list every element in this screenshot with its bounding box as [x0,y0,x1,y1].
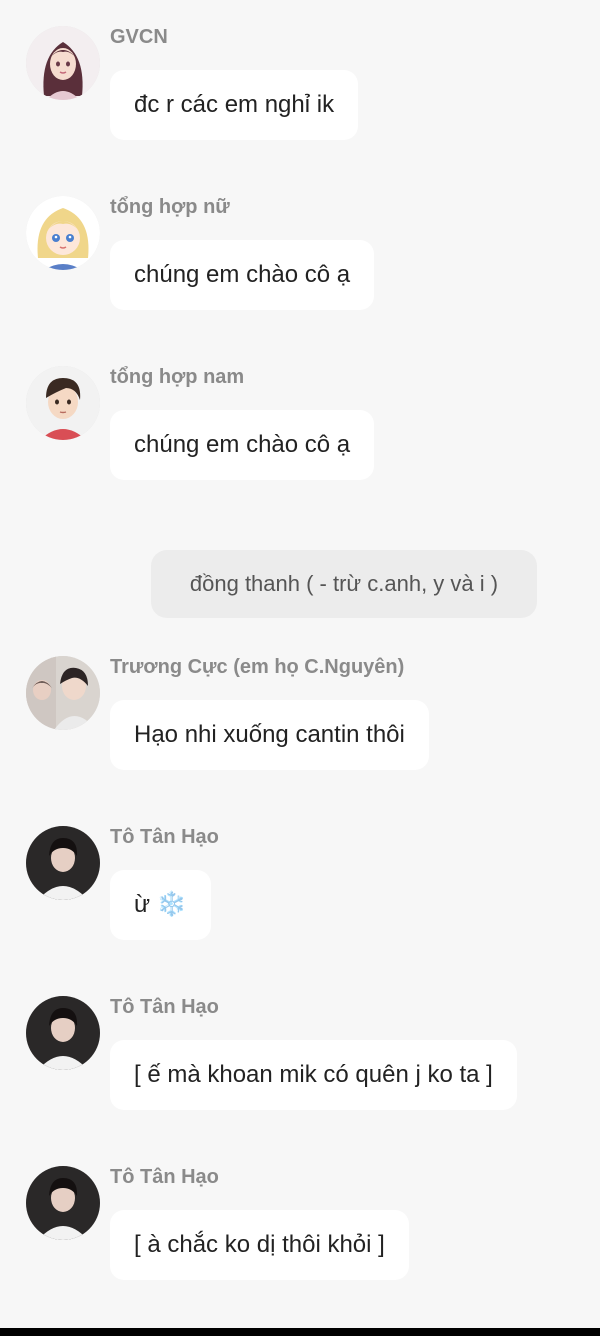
sender-name: Trương Cực (em họ C.Nguyên) [110,656,405,678]
bottom-bar [0,1328,600,1336]
boy-avatar[interactable] [26,366,100,440]
photo-avatar-dark[interactable] [26,1166,100,1240]
message-bubble[interactable]: [ ế mà khoan mik có quên j ko ta ] [110,1040,517,1110]
message-bubble[interactable]: chúng em chào cô ạ [110,410,375,480]
photo-avatar[interactable] [26,656,100,730]
female-teacher-avatar[interactable] [26,26,100,100]
sender-name: tổng hợp nữ [110,196,230,218]
message-bubble[interactable]: chúng em chào cô ạ [110,240,375,310]
message-bubble[interactable]: ừ ❄️ [110,870,211,940]
photo-avatar-dark[interactable] [26,996,100,1070]
sender-name: Tô Tân Hạo [110,996,219,1018]
message-bubble[interactable]: [ à chắc ko dị thôi khỏi ] [110,1210,409,1280]
sender-name: tổng hợp nam [110,366,245,388]
message-bubble[interactable]: đc r các em nghỉ ik [110,70,359,140]
sender-name: GVCN [110,26,168,48]
message-bubble[interactable]: Hạo nhi xuống cantin thôi [110,700,429,770]
blonde-girl-avatar[interactable] [26,196,100,270]
narration-note: đồng thanh ( - trừ c.anh, y và i ) [151,550,537,618]
photo-avatar-dark[interactable] [26,826,100,900]
sender-name: Tô Tân Hạo [110,1166,219,1188]
sender-name: Tô Tân Hạo [110,826,219,848]
